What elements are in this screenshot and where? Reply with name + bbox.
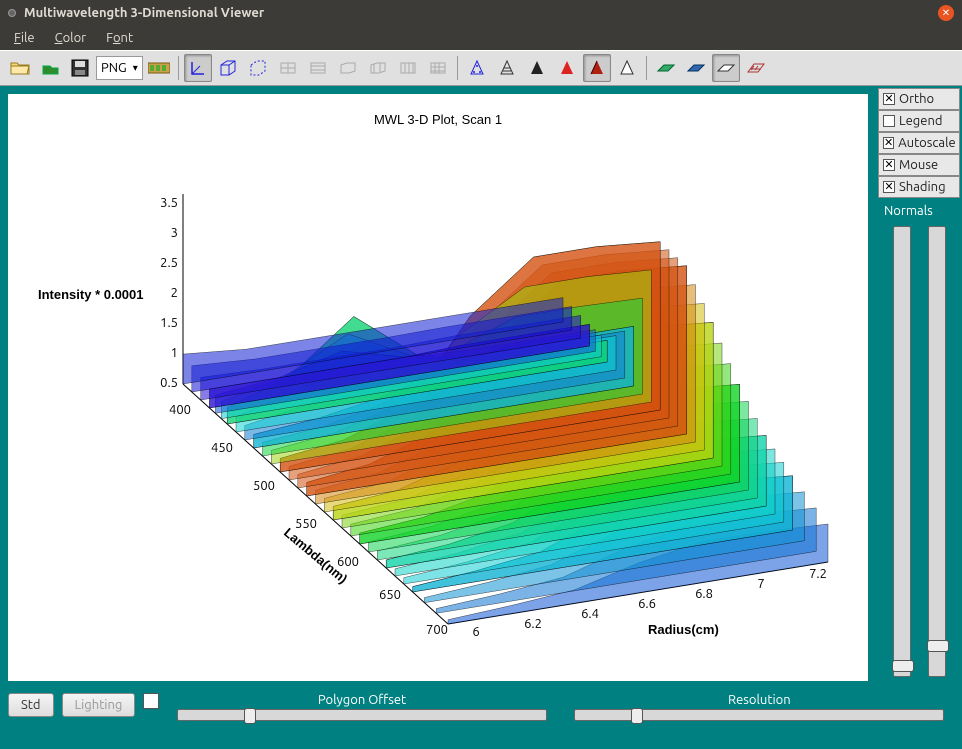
normal-slider-1[interactable] (893, 226, 911, 677)
plot-area: MWL 3-D Plot, Scan 1 0.5 1 1.5 2 2.5 3 3… (0, 86, 876, 689)
svg-text:2.5: 2.5 (160, 256, 178, 270)
svg-text:7: 7 (757, 577, 764, 591)
plot-canvas[interactable]: MWL 3-D Plot, Scan 1 0.5 1 1.5 2 2.5 3 3… (8, 94, 868, 681)
save-icon[interactable] (66, 54, 94, 82)
z-axis-label: Intensity * 0.0001 (38, 287, 144, 302)
svg-text:1: 1 (171, 346, 178, 360)
slider-thumb[interactable] (892, 660, 914, 672)
svg-text:1.5: 1.5 (160, 316, 178, 330)
surface-3d (183, 242, 828, 624)
grid-4-icon[interactable] (364, 54, 392, 82)
check-mouse[interactable]: ✕Mouse (878, 154, 960, 176)
cone-white-icon[interactable] (613, 54, 641, 82)
image-format-value: PNG (101, 61, 127, 75)
side-panel: ✕Ortho Legend ✕Autoscale ✕Mouse ✕Shading… (876, 86, 962, 689)
svg-text:3.5: 3.5 (160, 196, 178, 210)
image-format-select[interactable]: PNG ▾ (96, 56, 143, 80)
x-axis-label: Radius(cm) (648, 622, 719, 637)
svg-text:6.6: 6.6 (638, 597, 656, 611)
svg-text:6.8: 6.8 (695, 587, 713, 601)
cone-solid-icon[interactable] (583, 54, 611, 82)
check-ortho[interactable]: ✕Ortho (878, 88, 960, 110)
open-folder-icon[interactable] (6, 54, 34, 82)
slider-thumb[interactable] (927, 640, 949, 652)
svg-text:500: 500 (253, 479, 275, 493)
box-dashed-icon[interactable] (244, 54, 272, 82)
svg-text:2: 2 (171, 286, 178, 300)
check-shading[interactable]: ✕Shading (878, 176, 960, 198)
lighting-checkbox[interactable] (143, 693, 159, 709)
svg-text:6.4: 6.4 (581, 607, 599, 621)
polygon-offset-label: Polygon Offset (318, 693, 406, 707)
slider-thumb[interactable] (631, 708, 643, 724)
cone-blue-icon[interactable] (463, 54, 491, 82)
window-title: Multiwavelength 3-Dimensional Viewer (24, 6, 264, 20)
plane-green-icon[interactable] (652, 54, 680, 82)
cone-red-icon[interactable] (553, 54, 581, 82)
menu-color[interactable]: Color (47, 29, 95, 47)
svg-text:700: 700 (426, 623, 448, 637)
bottom-bar: Std Lighting Polygon Offset Resolution (0, 689, 962, 749)
box-icon[interactable] (214, 54, 242, 82)
polygon-offset-slider[interactable] (177, 709, 547, 721)
plot-title: MWL 3-D Plot, Scan 1 (374, 112, 502, 127)
normal-slider-2[interactable] (928, 226, 946, 677)
resolution-slider[interactable] (574, 709, 944, 721)
cone-black-icon[interactable] (523, 54, 551, 82)
svg-text:400: 400 (169, 403, 191, 417)
lighting-button[interactable]: Lighting (62, 693, 136, 717)
menu-font[interactable]: Font (98, 29, 141, 47)
app-icon (8, 9, 16, 17)
svg-text:6: 6 (472, 625, 479, 639)
grid-6-icon[interactable] (424, 54, 452, 82)
svg-text:7.2: 7.2 (809, 567, 827, 581)
svg-text:0.5: 0.5 (160, 376, 178, 390)
grid-5-icon[interactable] (394, 54, 422, 82)
menu-bar: File Color Font (0, 25, 962, 50)
plane-mesh-icon[interactable] (742, 54, 770, 82)
grid-1-icon[interactable] (274, 54, 302, 82)
slider-thumb[interactable] (244, 708, 256, 724)
svg-text:650: 650 (379, 588, 401, 602)
svg-text:450: 450 (211, 441, 233, 455)
check-autoscale[interactable]: ✕Autoscale (878, 132, 960, 154)
std-button[interactable]: Std (8, 693, 54, 717)
normals-label: Normals (878, 198, 960, 220)
menu-file[interactable]: File (6, 29, 43, 47)
movie-icon[interactable] (145, 54, 173, 82)
svg-text:6.2: 6.2 (524, 617, 542, 631)
toolbar: PNG ▾ (0, 50, 962, 86)
axes-icon[interactable] (184, 54, 212, 82)
cone-outline-icon[interactable] (493, 54, 521, 82)
plane-blue-icon[interactable] (682, 54, 710, 82)
grid-2-icon[interactable] (304, 54, 332, 82)
svg-text:3: 3 (171, 226, 178, 240)
close-icon[interactable]: ✕ (938, 5, 954, 21)
grid-3-icon[interactable] (334, 54, 362, 82)
check-legend[interactable]: Legend (878, 110, 960, 132)
chevron-down-icon: ▾ (133, 62, 138, 74)
window-titlebar: Multiwavelength 3-Dimensional Viewer ✕ (0, 0, 962, 25)
svg-text:550: 550 (295, 517, 317, 531)
resolution-label: Resolution (728, 693, 791, 707)
reload-icon[interactable] (36, 54, 64, 82)
plane-white-icon[interactable] (712, 54, 740, 82)
